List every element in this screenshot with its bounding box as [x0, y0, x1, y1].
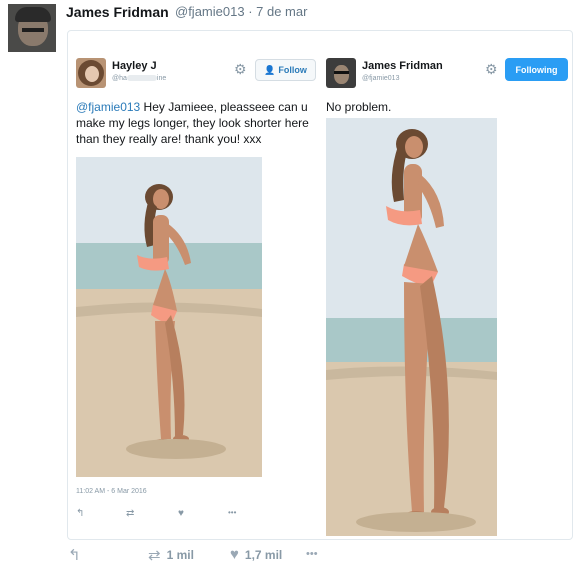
follow-button: 👤 Follow: [255, 59, 316, 81]
original-photo: [76, 157, 262, 477]
retweet-count: 1 mil: [166, 548, 194, 562]
more-button[interactable]: •••: [306, 548, 318, 560]
mention-link: @fjamie013: [76, 100, 141, 114]
retweet-icon: ⇄: [148, 547, 161, 564]
james-reply-text: No problem.: [326, 100, 392, 114]
more-icon: •••: [228, 508, 237, 517]
author-handle-date[interactable]: @fjamie013 · 7 de mar: [175, 4, 307, 19]
tweet-date: · 7 de mar: [248, 4, 308, 19]
reply-icon: ↰: [76, 508, 85, 519]
following-button: Following: [505, 58, 568, 81]
author-handle: @fjamie013: [175, 4, 245, 19]
heart-icon: ♥: [230, 546, 239, 563]
hayley-tweet-text: @fjamie013 Hey Jamieee, pleasseee can u …: [76, 100, 309, 146]
hayley-handle: @ha ine: [112, 75, 167, 82]
james-handle: @fjamie013: [362, 75, 400, 82]
hayley-timestamp: 11:02 AM - 6 Mar 2016: [76, 488, 147, 495]
reply-button[interactable]: ↰: [68, 546, 81, 564]
heart-icon: ♥: [178, 508, 184, 519]
edited-photo: [326, 118, 497, 536]
retweet-button[interactable]: ⇄ 1 mil: [148, 546, 194, 564]
add-user-icon: 👤: [264, 64, 276, 75]
hayley-avatar: [76, 58, 106, 88]
james-name: James Fridman: [362, 60, 443, 72]
gear-icon: ⚙: [485, 61, 498, 77]
author-avatar[interactable]: [8, 4, 56, 52]
james-avatar: [326, 58, 356, 88]
author-name[interactable]: James Fridman: [66, 4, 169, 20]
like-count: 1,7 mil: [244, 547, 283, 562]
hayley-name: Hayley J: [112, 60, 157, 72]
like-button[interactable]: ♥ 1,7 mil: [230, 546, 282, 563]
reply-icon: ↰: [68, 547, 81, 564]
retweet-icon: ⇄: [126, 508, 135, 519]
more-icon: •••: [306, 548, 318, 560]
gear-icon: ⚙: [234, 61, 247, 77]
